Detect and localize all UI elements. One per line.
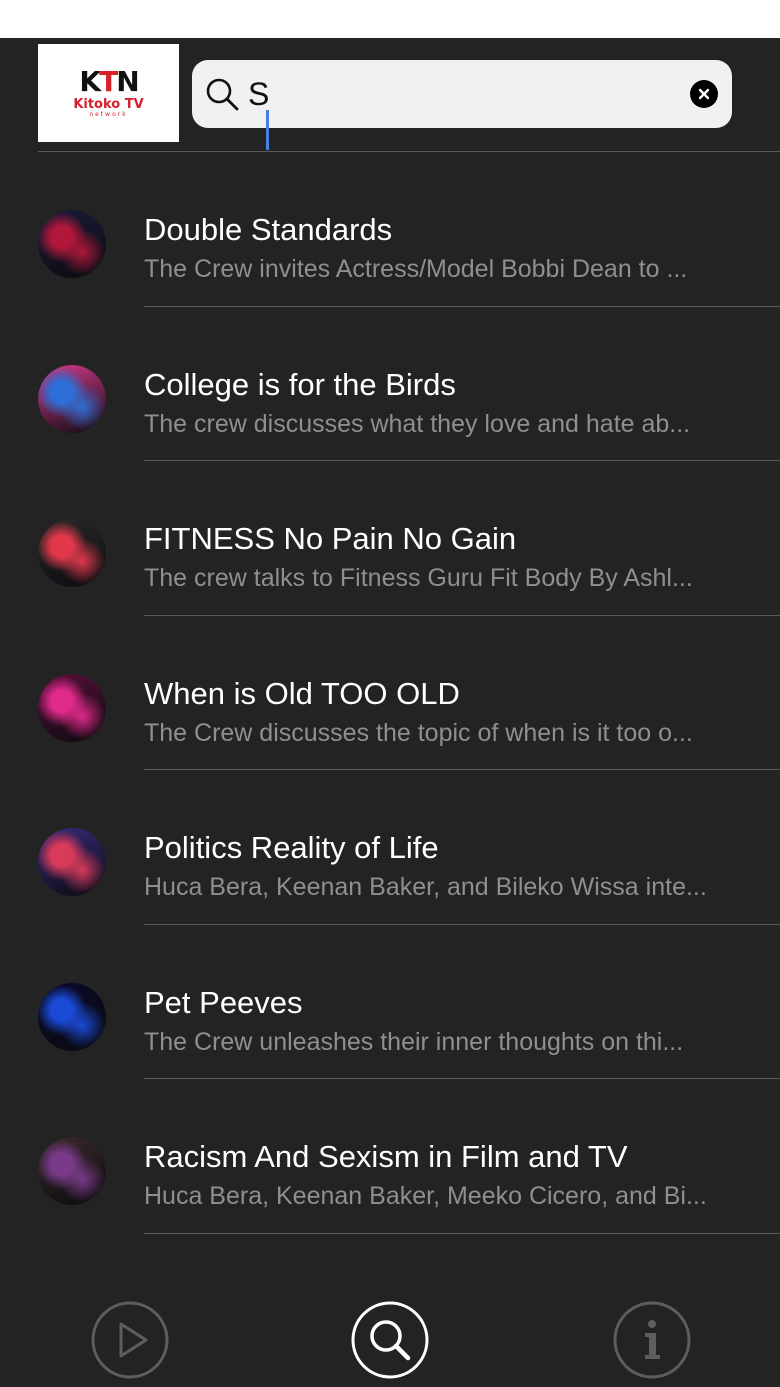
search-input[interactable]: S — [248, 74, 269, 114]
episode-title: Racism And Sexism in Film and TV — [144, 1139, 628, 1174]
app-screen: KTN Kitoko TV network S Double Standards… — [0, 38, 780, 1387]
episode-thumbnail — [38, 519, 106, 587]
result-row[interactable]: FITNESS No Pain No Gain The crew talks t… — [0, 461, 780, 616]
episode-thumbnail — [38, 210, 106, 278]
result-row[interactable]: When is Old TOO OLD The Crew discusses t… — [0, 616, 780, 770]
search-icon — [206, 78, 239, 111]
episode-thumbnail — [38, 364, 106, 433]
tab-play[interactable] — [90, 1300, 170, 1380]
clear-search-button[interactable] — [690, 80, 718, 108]
episode-description: The Crew unleashes their inner thoughts … — [144, 1027, 684, 1056]
result-row[interactable]: Double Standards The Crew invites Actres… — [0, 152, 780, 307]
search-icon — [351, 1301, 429, 1379]
episode-thumbnail — [38, 982, 106, 1051]
logo-subtitle: network — [89, 111, 128, 119]
row-divider — [144, 1232, 780, 1234]
result-row[interactable]: Racism And Sexism in Film and TV Huca Be… — [0, 1079, 780, 1234]
episode-title: Double Standards — [144, 212, 393, 247]
episode-thumbnail — [38, 828, 106, 896]
result-row[interactable]: Politics Reality of Life Huca Bera, Keen… — [0, 770, 780, 925]
episode-title: When is Old TOO OLD — [144, 675, 460, 711]
tab-bar — [0, 1300, 780, 1387]
kitoko-tv-logo: KTN Kitoko TV network — [38, 44, 179, 142]
episode-title: Pet Peeves — [144, 984, 303, 1020]
text-caret — [266, 110, 269, 150]
logo-mark: KTN — [79, 64, 139, 98]
episode-thumbnail — [38, 673, 106, 742]
logo-name: Kitoko TV — [73, 96, 144, 112]
result-row[interactable]: College is for the Birds The crew discus… — [0, 307, 780, 461]
tab-info[interactable] — [612, 1300, 692, 1380]
episode-description: The Crew invites Actress/Model Bobbi Dea… — [144, 255, 688, 283]
close-icon — [698, 88, 710, 100]
info-icon — [613, 1301, 691, 1379]
episode-thumbnail — [38, 1137, 106, 1205]
episode-title: FITNESS No Pain No Gain — [144, 521, 517, 556]
episode-description: The crew talks to Fitness Guru Fit Body … — [144, 564, 693, 592]
play-icon — [91, 1301, 169, 1379]
episode-description: The Crew discusses the topic of when is … — [144, 718, 693, 747]
episode-description: Huca Bera, Keenan Baker, Meeko Cicero, a… — [144, 1182, 707, 1210]
search-bar[interactable]: S — [192, 60, 732, 128]
episode-description: Huca Bera, Keenan Baker, and Bileko Wiss… — [144, 873, 707, 901]
search-results-list: Double Standards The Crew invites Actres… — [0, 152, 780, 1234]
episode-title: College is for the Birds — [144, 366, 456, 402]
episode-description: The crew discusses what they love and ha… — [144, 409, 691, 438]
episode-title: Politics Reality of Life — [144, 830, 439, 865]
tab-search[interactable] — [350, 1300, 430, 1380]
result-row[interactable]: Pet Peeves The Crew unleashes their inne… — [0, 925, 780, 1079]
